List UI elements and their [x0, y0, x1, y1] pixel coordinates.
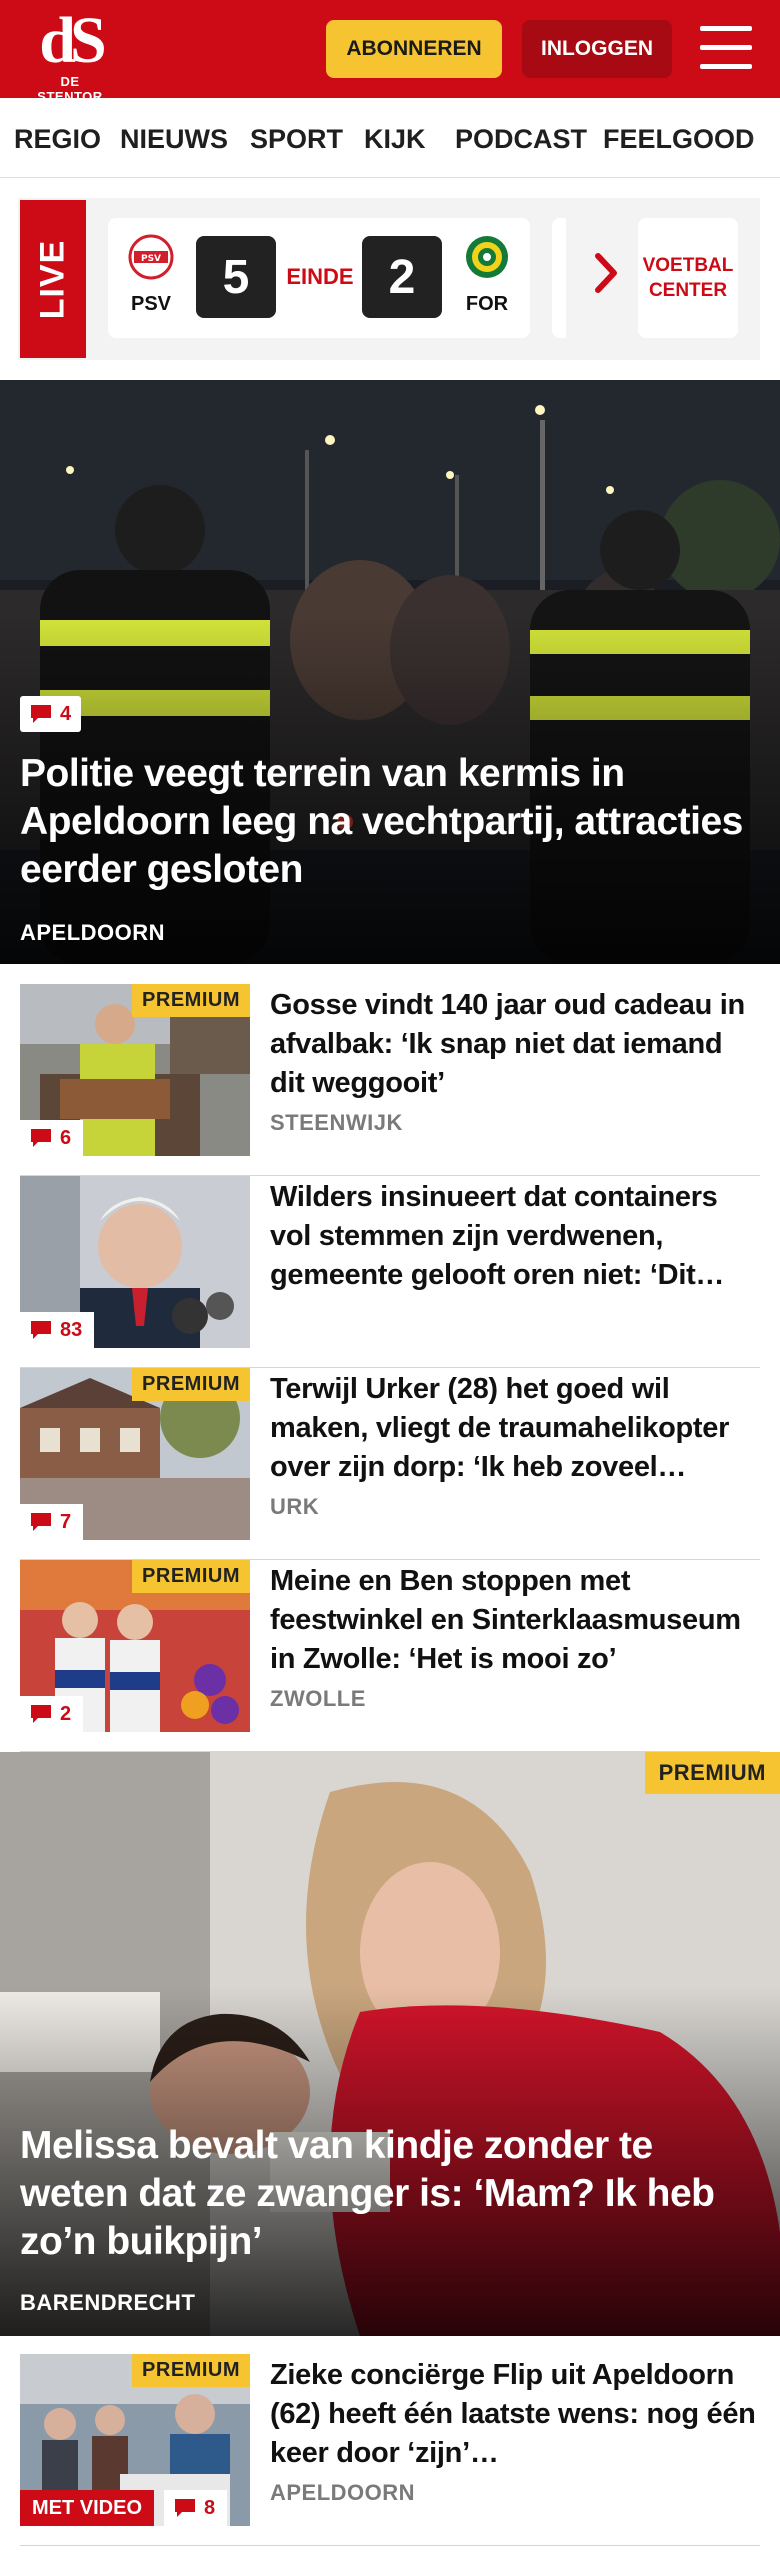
section-nav: REGIO NIEUWS SPORT KIJK PODCAST FEELGOOD — [0, 98, 780, 178]
premium-badge: PREMIUM — [132, 1368, 250, 1401]
nav-item-feelgood[interactable]: FEELGOOD — [603, 124, 755, 155]
comment-count-text: 6 — [60, 1126, 72, 1149]
hero-article[interactable]: 4 Politie veegt terrein van kermis in Ap… — [0, 380, 780, 964]
home-team-abbr: PSV — [130, 293, 172, 315]
comment-icon — [31, 1513, 51, 1531]
away-team: FOR — [452, 234, 522, 316]
svg-text:PSV: PSV — [141, 254, 161, 264]
comment-count: 83 — [20, 1312, 95, 1348]
hero-article[interactable]: PREMIUM Melissa bevalt van kindje zonder… — [0, 1752, 780, 2336]
fortuna-crest-icon — [466, 236, 508, 278]
comment-icon — [31, 705, 51, 723]
live-label: LIVE — [20, 200, 86, 358]
comment-count: 7 — [20, 1504, 84, 1540]
article-thumbnail: 83 — [20, 1176, 250, 1348]
site-header: dS DE STENTOR ABONNEREN INLOGGEN — [0, 0, 780, 105]
premium-badge: PREMIUM — [132, 2354, 250, 2387]
comment-count: 4 — [20, 696, 82, 732]
hero-location: BARENDRECHT — [20, 2290, 196, 2315]
nav-item-regio[interactable]: REGIO — [14, 124, 101, 155]
hero-location: APELDOORN — [20, 920, 166, 945]
article-thumbnail: PREMIUM 2 — [20, 1560, 250, 1732]
nav-item-kijk[interactable]: KIJK — [364, 124, 426, 155]
hero-headline[interactable]: Politie veegt terrein van kermis in Apel… — [20, 750, 760, 894]
article-item[interactable]: PREMIUM 6 Gosse vindt 140 jaar oud cadea… — [20, 984, 760, 1176]
article-headline[interactable]: Meine en Ben stoppen met feestwinkel en … — [270, 1562, 760, 1679]
comment-count-text: 4 — [60, 702, 72, 725]
premium-badge: PREMIUM — [644, 1752, 780, 1794]
article-item[interactable]: PREMIUM MET VIDEO 8 Zieke conciërge Flip… — [20, 2354, 760, 2546]
menu-icon-bar — [700, 64, 752, 69]
hero-headline[interactable]: Melissa bevalt van kindje zonder te wete… — [20, 2122, 760, 2266]
article-item[interactable]: PREMIUM 2 Meine en Ben stoppen met feest… — [20, 1560, 760, 1752]
comment-count-text: 2 — [60, 1702, 72, 1725]
match-card[interactable]: PSV PSV 5 EINDE 2 FOR — [108, 218, 530, 338]
psv-crest-icon: PSV — [128, 234, 174, 280]
article-thumbnail: PREMIUM 6 — [20, 984, 250, 1156]
article-headline[interactable]: Gosse vindt 140 jaar oud cadeau in afval… — [270, 986, 760, 1103]
logo-mark: dS — [39, 4, 106, 77]
home-team: PSV PSV — [116, 234, 186, 316]
article-headline[interactable]: Zieke conciërge Flip uit Apeldoorn (62) … — [270, 2356, 760, 2473]
premium-badge: PREMIUM — [132, 1560, 250, 1593]
nav-item-podcast[interactable]: PODCAST — [455, 124, 587, 155]
login-button[interactable]: INLOGGEN — [522, 20, 672, 78]
comment-icon — [31, 1129, 51, 1147]
comment-icon — [31, 1321, 51, 1339]
comment-count-text: 83 — [60, 1318, 83, 1341]
article-location: ZWOLLE — [270, 1686, 366, 1711]
article-location: URK — [270, 1494, 320, 1519]
comment-count: 2 — [20, 1696, 84, 1732]
comment-count: 6 — [20, 1120, 84, 1156]
nav-item-nieuws[interactable]: NIEUWS — [120, 124, 228, 155]
next-match-card[interactable] — [552, 218, 566, 338]
comment-icon — [31, 1705, 51, 1723]
article-item[interactable]: 83 Wilders insinueert dat containers vol… — [20, 1176, 760, 1368]
comment-count-text: 8 — [204, 2496, 216, 2519]
home-score: 5 — [196, 236, 276, 318]
premium-badge: PREMIUM — [132, 984, 250, 1017]
article-item[interactable]: PREMIUM 7 Terwijl Urker (28) het goed wi… — [20, 1368, 760, 1560]
article-location: STEENWIJK — [270, 1110, 403, 1135]
article-thumbnail: PREMIUM 7 — [20, 1368, 250, 1540]
menu-icon-bar — [700, 26, 752, 31]
menu-icon[interactable] — [700, 24, 752, 72]
subscribe-button[interactable]: ABONNEREN — [326, 20, 502, 78]
away-score: 2 — [362, 236, 442, 318]
comment-icon — [175, 2499, 195, 2517]
comment-count: 8 — [164, 2490, 228, 2526]
live-score-bar: LIVE PSV PSV 5 EINDE 2 FOR VOETBAL CENTE… — [18, 198, 760, 360]
article-headline[interactable]: Terwijl Urker (28) het goed wil maken, v… — [270, 1370, 760, 1487]
video-badge: MET VIDEO — [20, 2490, 155, 2526]
nav-scroll-fade — [750, 98, 780, 177]
comment-count-text: 7 — [60, 1510, 72, 1533]
chevron-right-icon[interactable] — [592, 248, 622, 298]
article-thumbnail: PREMIUM MET VIDEO 8 — [20, 2354, 250, 2526]
live-label-text: LIVE — [33, 239, 72, 319]
article-headline[interactable]: Wilders insinueert dat containers vol st… — [270, 1178, 760, 1295]
match-status: EINDE — [286, 264, 354, 289]
site-logo[interactable]: dS DE STENTOR — [26, 4, 114, 105]
menu-icon-bar — [700, 45, 752, 50]
away-team-abbr: FOR — [465, 293, 509, 315]
nav-item-sport[interactable]: SPORT — [250, 124, 343, 155]
voetbal-center-link[interactable]: VOETBAL CENTER — [638, 218, 738, 338]
article-location: APELDOORN — [270, 2480, 416, 2505]
